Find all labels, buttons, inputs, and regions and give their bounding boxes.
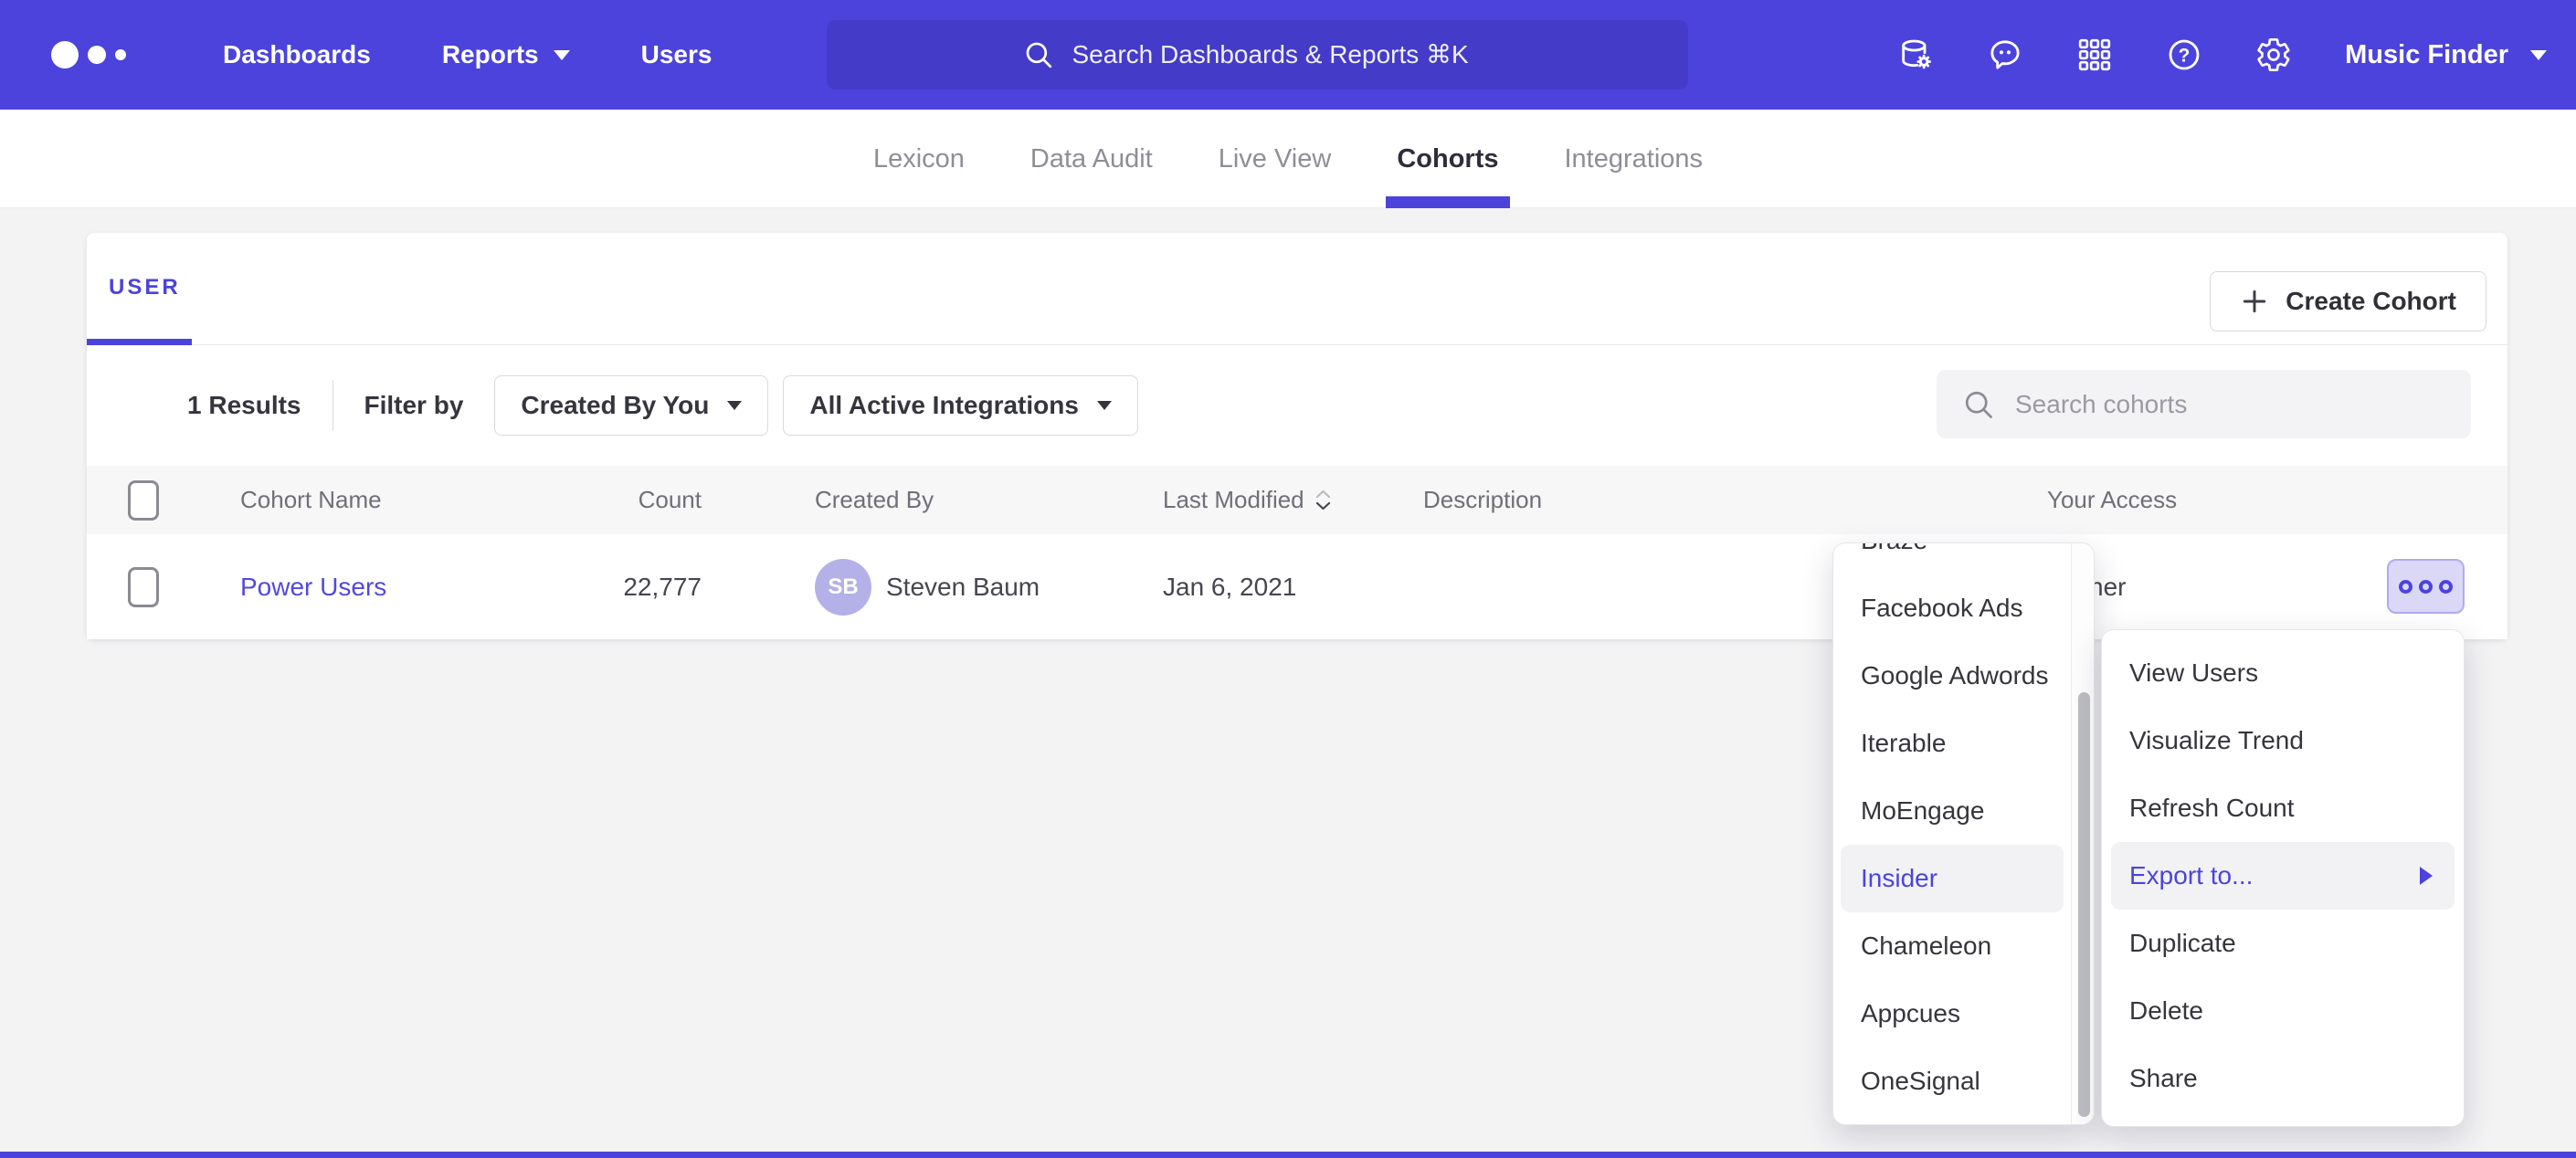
cohorts-panel: USER Create Cohort 1 Results Filter by C… <box>87 233 2507 639</box>
tab-live-view[interactable]: Live View <box>1208 110 1343 208</box>
nav-item-label: Dashboards <box>223 40 371 69</box>
tab-label: Data Audit <box>1030 144 1153 174</box>
project-switcher[interactable]: Music Finder <box>2345 40 2547 70</box>
mixpanel-logo-icon[interactable] <box>51 41 135 68</box>
col-your-access[interactable]: Your Access <box>2047 466 2177 534</box>
row-checkbox[interactable] <box>128 567 159 607</box>
table-header: Cohort Name Count Created By Last Modifi… <box>87 466 2507 534</box>
chevron-down-icon <box>1097 401 1112 410</box>
menu-item-braze[interactable]: Braze <box>1833 542 2071 574</box>
nav-item-reports[interactable]: Reports <box>442 40 570 69</box>
scrollbar-track[interactable] <box>2071 543 2094 1124</box>
menu-item-label: Export to... <box>2129 861 2253 890</box>
svg-text:?: ? <box>2179 45 2191 66</box>
col-cohort-name[interactable]: Cohort Name <box>240 466 382 534</box>
create-cohort-button[interactable]: Create Cohort <box>2210 271 2486 332</box>
table-row[interactable]: Power Users 22,777 SB Steven Baum Jan 6,… <box>87 534 2507 639</box>
search-icon <box>1023 39 1054 70</box>
cohort-search[interactable] <box>1937 370 2471 438</box>
menu-item-iterable[interactable]: Iterable <box>1833 710 2071 777</box>
row-more-button[interactable] <box>2387 559 2465 614</box>
menu-item-refresh-count[interactable]: Refresh Count <box>2102 774 2464 842</box>
cohort-type-tabs: USER Create Cohort <box>87 233 2507 345</box>
integrations-filter[interactable]: All Active Integrations <box>783 375 1138 436</box>
created-by-filter[interactable]: Created By You <box>494 375 768 436</box>
last-modified-cell: Jan 6, 2021 <box>1163 534 1296 639</box>
nav-item-label: Users <box>641 40 713 69</box>
col-created-by[interactable]: Created By <box>815 466 934 534</box>
menu-item-delete[interactable]: Delete <box>2102 977 2464 1045</box>
section-tab-bar: Lexicon Data Audit Live View Cohorts Int… <box>0 110 2576 208</box>
col-last-modified[interactable]: Last Modified <box>1163 466 1331 534</box>
chevron-down-icon <box>727 401 742 410</box>
submenu-arrow-icon <box>2420 867 2433 885</box>
filter-label: Created By You <box>521 391 709 420</box>
avatar: SB <box>815 559 871 616</box>
nav-item-dashboards[interactable]: Dashboards <box>223 40 371 69</box>
project-name: Music Finder <box>2345 40 2508 70</box>
menu-item-duplicate[interactable]: Duplicate <box>2102 910 2464 977</box>
global-search-input[interactable] <box>1072 40 1493 69</box>
col-description[interactable]: Description <box>1423 466 1542 534</box>
settings-icon[interactable] <box>2255 37 2292 73</box>
menu-item-export-to[interactable]: Export to... <box>2111 842 2455 910</box>
bottom-window-edge <box>0 1152 2576 1158</box>
cohort-count: 22,777 <box>525 534 702 639</box>
app-window: Dashboards Reports Users <box>0 0 2576 1158</box>
menu-item-facebook-ads[interactable]: Facebook Ads <box>1833 574 2071 642</box>
nav-item-label: Reports <box>442 40 539 69</box>
tab-label: Cohorts <box>1397 144 1498 174</box>
col-label: Last Modified <box>1163 486 1304 514</box>
data-settings-icon[interactable] <box>1897 37 1934 73</box>
menu-item-share[interactable]: Share <box>2102 1045 2464 1112</box>
apps-grid-icon[interactable] <box>2076 37 2113 73</box>
select-all-checkbox[interactable] <box>128 480 159 521</box>
chevron-down-icon <box>554 50 570 60</box>
top-nav: Dashboards Reports Users <box>0 0 2576 110</box>
col-count[interactable]: Count <box>525 466 702 534</box>
filter-by-label: Filter by <box>364 391 464 420</box>
results-count: 1 Results <box>187 391 301 420</box>
cohort-search-input[interactable] <box>2015 390 2408 419</box>
search-icon <box>1962 388 1995 421</box>
menu-item-appcues[interactable]: Appcues <box>1833 980 2071 1047</box>
tab-label: Live View <box>1219 144 1332 174</box>
menu-item-moengage[interactable]: MoEngage <box>1833 777 2071 845</box>
menu-item-google-adwords[interactable]: Google Adwords <box>1833 642 2071 710</box>
sort-icon <box>1315 490 1331 511</box>
cohorts-toolbar: 1 Results Filter by Created By You All A… <box>87 345 2507 466</box>
menu-item-insider[interactable]: Insider <box>1841 845 2064 912</box>
created-by-name: Steven Baum <box>886 573 1040 602</box>
global-search[interactable] <box>827 20 1688 89</box>
feedback-icon[interactable] <box>1987 37 2023 73</box>
menu-item-chameleon[interactable]: Chameleon <box>1833 912 2071 980</box>
created-by-cell: SB Steven Baum <box>815 534 1040 639</box>
create-cohort-label: Create Cohort <box>2286 287 2456 316</box>
row-action-menu: View Users Visualize Trend Refresh Count… <box>2101 629 2465 1127</box>
tab-label: Lexicon <box>873 144 965 174</box>
menu-item-onesignal[interactable]: OneSignal <box>1833 1047 2071 1115</box>
help-icon[interactable]: ? <box>2166 37 2202 73</box>
cohort-name-link[interactable]: Power Users <box>240 573 386 602</box>
plus-icon <box>2240 287 2269 316</box>
tab-cohorts[interactable]: Cohorts <box>1386 110 1509 208</box>
chevron-down-icon <box>2530 50 2547 60</box>
tab-integrations[interactable]: Integrations <box>1554 110 1715 208</box>
menu-item-visualize-trend[interactable]: Visualize Trend <box>2102 707 2464 774</box>
tab-lexicon[interactable]: Lexicon <box>862 110 976 208</box>
filter-label: All Active Integrations <box>809 391 1079 420</box>
nav-item-users[interactable]: Users <box>641 40 713 69</box>
scrollbar-thumb[interactable] <box>2078 692 2090 1117</box>
tab-user[interactable]: USER <box>109 275 181 300</box>
tab-data-audit[interactable]: Data Audit <box>1019 110 1164 208</box>
menu-item-view-users[interactable]: View Users <box>2102 639 2464 707</box>
export-destination-menu: Braze Facebook Ads Google Adwords Iterab… <box>1832 542 2095 1125</box>
nav-right-cluster: ? Music Finder <box>1897 0 2547 110</box>
tab-label: Integrations <box>1565 144 1704 174</box>
